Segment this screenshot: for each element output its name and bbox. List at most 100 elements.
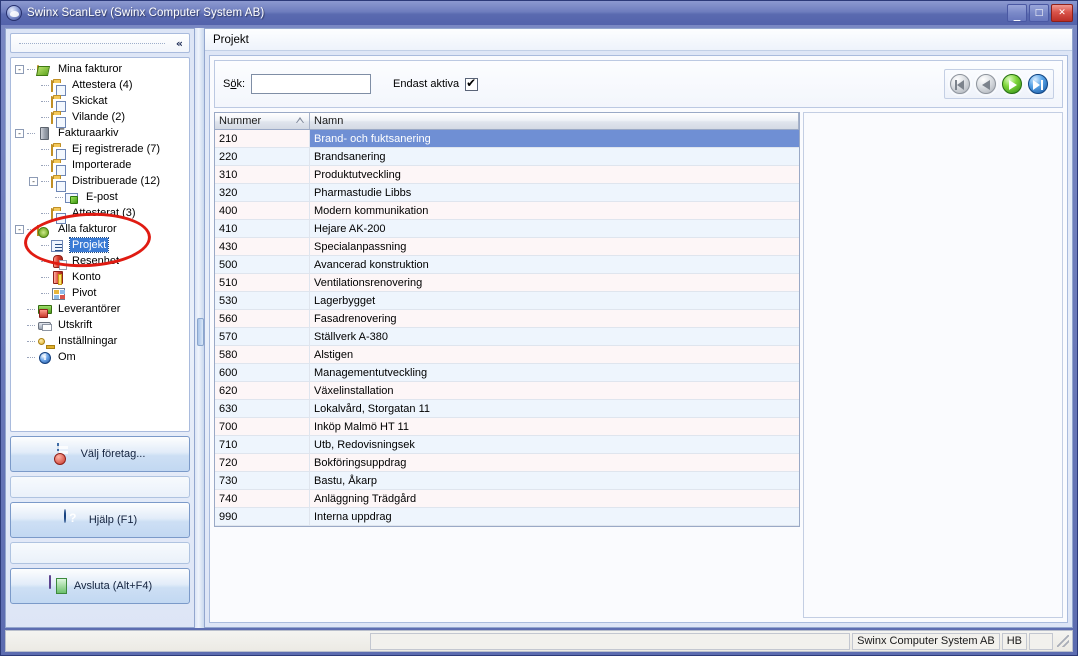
table-row[interactable]: 430 Specialanpassning bbox=[215, 238, 799, 256]
table-row[interactable]: 560 Fasadrenovering bbox=[215, 310, 799, 328]
tree-item-konto[interactable]: Konto bbox=[15, 269, 187, 285]
table-row[interactable]: 600 Managementutveckling bbox=[215, 364, 799, 382]
minimize-button[interactable]: _ bbox=[1007, 4, 1027, 22]
table-row[interactable]: 510 Ventilationsrenovering bbox=[215, 274, 799, 292]
panel-splitter[interactable] bbox=[195, 28, 204, 628]
previous-record-button[interactable] bbox=[974, 72, 998, 96]
tree-item-mina-fakturor[interactable]: - Mina fakturor bbox=[15, 61, 187, 77]
status-panel-company: Swinx Computer System AB bbox=[852, 632, 1000, 650]
tree-item-label: Alla fakturor bbox=[58, 223, 117, 235]
close-button[interactable]: ✕ bbox=[1051, 4, 1073, 22]
application-icon bbox=[6, 5, 22, 21]
cell-nummer: 720 bbox=[215, 454, 310, 472]
tree-item-distribuerade-12[interactable]: - Distribuerade (12) bbox=[15, 173, 187, 192]
application-window: Swinx ScanLev (Swinx Computer System AB)… bbox=[0, 0, 1078, 656]
tree-item-label: Leverantörer bbox=[58, 303, 121, 315]
table-row[interactable]: 530 Lagerbygget bbox=[215, 292, 799, 310]
exit-button[interactable]: Avsluta (Alt+F4) bbox=[10, 568, 190, 604]
tree-item-projekt[interactable]: Projekt bbox=[15, 237, 187, 253]
cell-nummer: 400 bbox=[215, 202, 310, 220]
table-row[interactable]: 630 Lokalvård, Storgatan 11 bbox=[215, 400, 799, 418]
table-row[interactable]: 400 Modern kommunikation bbox=[215, 202, 799, 220]
table-row[interactable]: 580 Alstigen bbox=[215, 346, 799, 364]
tree-item-om[interactable]: Om bbox=[15, 349, 187, 365]
grid-header-row: Nummer Namn bbox=[215, 112, 799, 130]
sidebar-collapse-bar[interactable]: « bbox=[10, 33, 190, 53]
table-row[interactable]: 310 Produktutveckling bbox=[215, 166, 799, 184]
table-row[interactable]: 710 Utb, Redovisningsek bbox=[215, 436, 799, 454]
help-button[interactable]: Hjälp (F1) bbox=[10, 502, 190, 538]
folder-doc-icon bbox=[51, 206, 67, 224]
company-icon bbox=[55, 443, 75, 464]
tree-connector-line bbox=[41, 180, 49, 182]
tree-item-alla-fakturor[interactable]: - Alla fakturor bbox=[15, 221, 187, 238]
table-row[interactable]: 320 Pharmastudie Libbs bbox=[215, 184, 799, 202]
tree-item-label: Inställningar bbox=[58, 335, 118, 347]
select-company-button[interactable]: Välj företag... bbox=[10, 436, 190, 472]
tree-connector-line bbox=[41, 260, 49, 262]
tree-item-vilande-2[interactable]: Vilande (2) bbox=[15, 109, 187, 128]
tree-item-ej-registrerade-7[interactable]: Ej registrerade (7) bbox=[15, 141, 187, 160]
tree-item-attestera-4[interactable]: Attestera (4) bbox=[15, 77, 187, 96]
tree-item-resenhet[interactable]: Resenhet bbox=[15, 253, 187, 270]
table-row[interactable]: 700 Inköp Malmö HT 11 bbox=[215, 418, 799, 436]
maximize-button[interactable]: □ bbox=[1029, 4, 1049, 22]
first-record-button[interactable] bbox=[948, 72, 972, 96]
navigation-tree[interactable]: - Mina fakturor Attestera (4) Skickat Viland… bbox=[10, 57, 190, 432]
tree-connector-line bbox=[41, 164, 49, 166]
cell-namn: Ställverk A-380 bbox=[310, 328, 799, 346]
cell-namn: Interna uppdrag bbox=[310, 508, 799, 526]
table-row[interactable]: 990 Interna uppdrag bbox=[215, 508, 799, 526]
table-row[interactable]: 500 Avancerad konstruktion bbox=[215, 256, 799, 274]
search-input[interactable] bbox=[251, 74, 372, 94]
resize-grip-icon[interactable] bbox=[1056, 634, 1070, 648]
help-icon bbox=[63, 509, 83, 530]
tree-node-list: - Mina fakturor Attestera (4) Skickat Viland… bbox=[15, 61, 187, 365]
cell-nummer: 220 bbox=[215, 148, 310, 166]
tree-item-inst-llningar[interactable]: Inställningar bbox=[15, 333, 187, 349]
table-row[interactable]: 220 Brandsanering bbox=[215, 148, 799, 166]
cell-namn: Lagerbygget bbox=[310, 292, 799, 310]
tree-expander-icon[interactable]: - bbox=[15, 224, 24, 234]
cell-nummer: 710 bbox=[215, 436, 310, 454]
tree-item-leverant-rer[interactable]: Leverantörer bbox=[15, 301, 187, 318]
tree-connector-line bbox=[41, 244, 49, 246]
tree-expander-icon[interactable]: - bbox=[15, 64, 24, 74]
tree-item-pivot[interactable]: Pivot bbox=[15, 285, 187, 301]
next-record-button[interactable] bbox=[1000, 72, 1024, 96]
tree-connector-line bbox=[27, 356, 35, 358]
table-row[interactable]: 570 Ställverk A-380 bbox=[215, 328, 799, 346]
tree-connector-line bbox=[41, 292, 49, 294]
tree-expander-icon[interactable]: - bbox=[29, 176, 38, 186]
tree-expander-icon[interactable]: - bbox=[15, 128, 24, 138]
record-navigation-toolbar bbox=[944, 69, 1054, 99]
tree-connector-line bbox=[27, 324, 35, 326]
table-row[interactable]: 210 Brand- och fuktsanering bbox=[215, 130, 799, 148]
grid-icon bbox=[51, 286, 67, 301]
tree-item-attesterat-3[interactable]: Attesterat (3) bbox=[15, 205, 187, 224]
tree-item-e-post[interactable]: E-post bbox=[15, 189, 187, 205]
tree-item-label: Distribuerade (12) bbox=[72, 175, 161, 187]
table-row[interactable]: 730 Bastu, Åkarp bbox=[215, 472, 799, 490]
tree-item-utskrift[interactable]: Utskrift bbox=[15, 317, 187, 333]
table-row[interactable]: 410 Hejare AK-200 bbox=[215, 220, 799, 238]
column-header-namn[interactable]: Namn bbox=[310, 113, 799, 129]
table-row[interactable]: 720 Bokföringsuppdrag bbox=[215, 454, 799, 472]
tree-connector-line bbox=[41, 212, 49, 214]
chevron-left-icon[interactable]: « bbox=[176, 38, 183, 49]
active-only-checkbox[interactable] bbox=[465, 76, 479, 91]
column-header-nummer[interactable]: Nummer bbox=[215, 113, 310, 129]
last-record-button[interactable] bbox=[1026, 72, 1050, 96]
tree-item-importerade[interactable]: Importerade bbox=[15, 157, 187, 176]
cell-namn: Växelinstallation bbox=[310, 382, 799, 400]
status-panel-user: HB bbox=[1001, 632, 1027, 650]
table-row[interactable]: 620 Växelinstallation bbox=[215, 382, 799, 400]
exit-label: Avsluta (Alt+F4) bbox=[73, 580, 153, 592]
folder-doc-icon bbox=[51, 142, 67, 160]
projects-grid[interactable]: Nummer Namn 210 Brand- och fuktsanering 22… bbox=[214, 112, 800, 527]
table-row[interactable]: 740 Anläggning Trädgård bbox=[215, 490, 799, 508]
tree-item-skickat[interactable]: Skickat bbox=[15, 93, 187, 112]
tree-item-fakturaarkiv[interactable]: - Fakturaarkiv bbox=[15, 125, 187, 141]
cell-namn: Lokalvård, Storgatan 11 bbox=[310, 400, 799, 418]
column-header-namn-label: Namn bbox=[314, 115, 344, 127]
